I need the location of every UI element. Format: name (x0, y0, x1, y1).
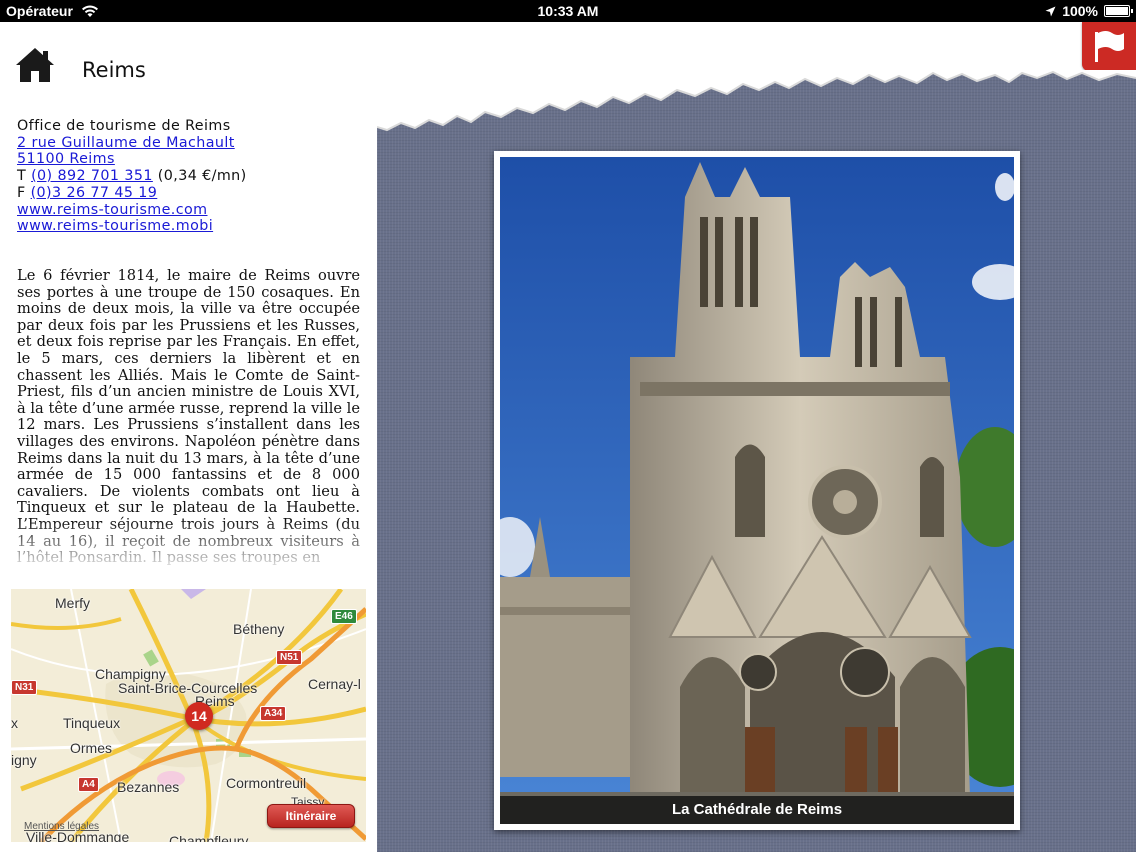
map-label-cernay: Cernay-l (308, 676, 361, 692)
map-label-cormontreuil: Cormontreuil (226, 775, 307, 791)
road-badge-a4: A4 (78, 777, 99, 792)
website-link-mobi[interactable]: www.reims-tourisme.mobi (17, 218, 213, 234)
map-label-saint-brice: Saint-Brice-Courcelles (118, 680, 258, 696)
article-fade (0, 520, 372, 570)
legal-notice-link[interactable]: Mentions légales (24, 821, 99, 832)
itinerary-button[interactable]: Itinéraire (267, 804, 355, 828)
road-badge-n51: N51 (276, 650, 303, 665)
phone-line: T (0) 892 701 351 (0,34 €/mn) (17, 168, 362, 185)
purple-area (181, 589, 206, 599)
battery-percent: 100% (1062, 3, 1098, 19)
contact-info: Office de tourisme de Reims 2 rue Guilla… (17, 118, 362, 235)
office-name: Office de tourisme de Reims (17, 118, 231, 134)
clock: 10:33 AM (537, 3, 599, 19)
map-label-sixx: x (11, 715, 18, 731)
location-arrow-icon (1045, 6, 1056, 16)
map-view[interactable]: Merfy Bétheny Champigny Saint-Brice-Cour… (11, 589, 366, 842)
map-label-betheny: Bétheny (233, 621, 285, 637)
caption-bar: La Cathédrale de Reims (500, 796, 1014, 824)
phone-prefix: T (17, 168, 32, 185)
street (11, 628, 366, 676)
flag-button[interactable] (1082, 22, 1136, 71)
map-label-champfleury: Champfleury (169, 833, 249, 842)
status-bar: Opérateur 10:33 AM 100% (0, 0, 1136, 22)
phone-link[interactable]: (0) 892 701 351 (31, 168, 153, 184)
road-badge-a34: A34 (260, 706, 287, 721)
road-badge-e46: E46 (331, 609, 357, 624)
road-badge-n31: N31 (11, 680, 38, 695)
map-label-gny: igny (11, 752, 37, 768)
status-right: 100% (1045, 3, 1133, 19)
map-label-ormes: Ormes (70, 740, 112, 756)
park-area (143, 649, 159, 667)
fax-prefix: F (17, 184, 31, 201)
location-pin[interactable]: 14 (185, 702, 213, 730)
fax-line: F (0)3 26 77 45 19 (17, 185, 362, 202)
yellow-road (11, 617, 122, 630)
torn-paper-edge (377, 70, 1136, 132)
photo-caption: La Cathédrale de Reims (671, 801, 843, 818)
page-title: Reims (82, 58, 146, 82)
battery-icon (1104, 5, 1133, 17)
map-label-bezannes: Bezannes (117, 779, 180, 795)
website-link-com[interactable]: www.reims-tourisme.com (17, 202, 208, 218)
phone-rate: (0,34 €/mn) (152, 168, 247, 185)
home-button[interactable] (14, 46, 56, 84)
home-icon (16, 48, 54, 82)
photo-frame[interactable]: La Cathédrale de Reims (494, 151, 1020, 830)
street-link[interactable]: 2 rue Guillaume de Machault (17, 135, 235, 151)
map-label-tinqueux: Tinqueux (63, 715, 121, 731)
map-label-merfy: Merfy (55, 595, 90, 611)
flag-icon (1095, 31, 1124, 62)
fax-link[interactable]: (0)3 26 77 45 19 (31, 185, 158, 201)
city-link[interactable]: 51100 Reims (17, 151, 115, 167)
cathedral-photo: La Cathédrale de Reims (500, 157, 1014, 824)
cathedral-illustration (500, 157, 1014, 824)
